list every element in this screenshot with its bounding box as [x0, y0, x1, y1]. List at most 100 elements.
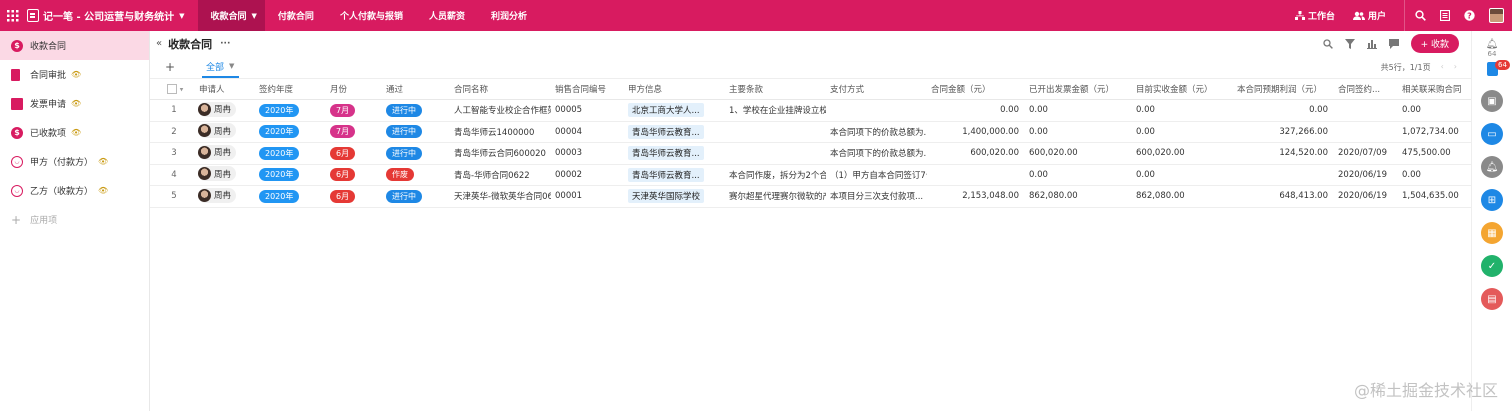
terms-cell[interactable]: 赛尔超星代理赛尔微软的产 — [725, 185, 826, 208]
applicant-chip[interactable]: 周冉 — [198, 187, 237, 203]
sign-date-cell[interactable]: 2020/06/19 — [1334, 164, 1398, 186]
add-view-button[interactable]: + — [150, 60, 190, 74]
col-header[interactable]: 合同签约... — [1334, 78, 1398, 100]
col-header[interactable]: 合同名称 — [450, 78, 551, 100]
profit-cell[interactable]: 0.00 — [1233, 99, 1334, 122]
list-icon[interactable] — [1440, 10, 1450, 21]
sidebar-item-invoice-request[interactable]: 发票申请 👁︎ — [0, 89, 149, 118]
bell-app-icon[interactable]: 🔔︎ — [1481, 156, 1503, 178]
amount-cell[interactable]: 0.00 — [927, 99, 1025, 122]
contract-code-cell[interactable]: 00003 — [551, 142, 624, 165]
contract-code-cell[interactable]: 00005 — [551, 99, 624, 122]
col-header[interactable]: 相关联采购合同 — [1398, 78, 1471, 100]
check-icon[interactable]: ✓ — [1481, 255, 1503, 277]
comment-icon[interactable] — [1388, 38, 1399, 49]
payment-method-cell[interactable]: 本合同项下的价款总额为... — [826, 142, 927, 165]
grid-app-icon[interactable]: ▦ — [1481, 222, 1503, 244]
applicant-chip[interactable]: 周冉 — [198, 144, 237, 160]
col-header[interactable]: 合同金额（元） — [927, 78, 1025, 100]
hidden-eye-icon[interactable]: 👁︎ — [71, 128, 81, 137]
more-options-icon[interactable]: ··· — [220, 39, 230, 49]
filter-icon[interactable] — [1344, 38, 1355, 49]
col-header[interactable]: 支付方式 — [826, 78, 927, 100]
received-cell[interactable]: 0.00 — [1132, 164, 1233, 186]
collapse-sidebar-icon[interactable]: « — [156, 38, 162, 49]
table-row[interactable]: 2 周冉 2020年 7月 进行中 青岛华师云1400000 00004 青岛华师云教育...… — [150, 121, 1471, 143]
apps-grid-icon[interactable] — [0, 0, 25, 31]
search-icon[interactable] — [1322, 38, 1333, 49]
payment-method-cell[interactable]: 本合同项下的价款总额为... — [826, 121, 927, 143]
col-header[interactable]: 主要条款 — [725, 78, 826, 100]
terms-cell[interactable] — [725, 121, 826, 143]
select-all-checkbox[interactable]: ▾ — [150, 78, 194, 100]
party-link[interactable]: 青岛华师云教育... — [628, 167, 704, 182]
table-row[interactable]: 3 周冉 2020年 6月 进行中 青岛华师云合同600020 00003 青岛华师云教育..… — [150, 142, 1471, 165]
col-header[interactable]: 通过 — [382, 78, 450, 100]
invoiced-cell[interactable]: 600,020.00 — [1025, 142, 1132, 165]
profit-cell[interactable]: 327,266.00 — [1233, 121, 1334, 143]
contract-name-cell[interactable]: 青岛华师云合同600020 — [450, 142, 551, 165]
col-header[interactable]: 已开出发票金额（元） — [1025, 78, 1132, 100]
col-header[interactable]: 目前实收金额（元） — [1132, 78, 1233, 100]
col-header[interactable]: 甲方信息 — [624, 78, 725, 100]
rail-book-item[interactable]: 64 — [1472, 60, 1512, 90]
chat-icon[interactable]: ▭ — [1481, 123, 1503, 145]
calendar-icon[interactable]: ▤ — [1481, 288, 1503, 310]
search-icon[interactable] — [1415, 10, 1426, 21]
invoiced-cell[interactable]: 862,080.00 — [1025, 185, 1132, 208]
nav-personal-expense[interactable]: 个人付款与报销 — [327, 0, 416, 31]
payment-method-cell[interactable]: 本项目分三次支付款项... — [826, 185, 927, 208]
party-link[interactable]: 北京工商大学人... — [628, 103, 704, 118]
received-cell[interactable]: 600,020.00 — [1132, 142, 1233, 165]
col-header[interactable]: 月份 — [326, 78, 382, 100]
party-link[interactable]: 天津英华国际学校 — [628, 189, 705, 204]
purchase-cell[interactable]: 1,504,635.00 — [1398, 185, 1471, 208]
received-cell[interactable]: 0.00 — [1132, 121, 1233, 143]
profit-cell[interactable] — [1233, 164, 1334, 186]
profit-cell[interactable]: 124,520.00 — [1233, 142, 1334, 165]
contract-name-cell[interactable]: 青岛-华师合同0622 — [450, 164, 551, 186]
applicant-chip[interactable]: 周冉 — [198, 123, 237, 139]
tab-all[interactable]: 全部 ▼ — [202, 56, 240, 78]
received-cell[interactable]: 862,080.00 — [1132, 185, 1233, 208]
profit-cell[interactable]: 648,413.00 — [1233, 185, 1334, 208]
hidden-eye-icon[interactable]: 👁︎ — [98, 186, 108, 195]
help-icon[interactable]: ? — [1464, 10, 1475, 21]
prev-page-icon[interactable]: ‹ — [1441, 62, 1444, 73]
contract-name-cell[interactable]: 人工智能专业校企合作框架 — [450, 99, 551, 122]
sign-date-cell[interactable] — [1334, 121, 1398, 143]
party-link[interactable]: 青岛华师云教育... — [628, 146, 704, 161]
terms-cell[interactable]: 本合同作废，拆分为2个合 — [725, 164, 826, 186]
amount-cell[interactable]: 2,153,048.00 — [927, 185, 1025, 208]
sidebar-item-receipt-contract[interactable]: $ 收款合同 — [0, 31, 149, 60]
purchase-cell[interactable]: 0.00 — [1398, 99, 1471, 122]
purchase-cell[interactable]: 1,072,734.00 — [1398, 121, 1471, 143]
purchase-cell[interactable]: 475,500.00 — [1398, 142, 1471, 165]
col-header[interactable]: 销售合同编号 — [551, 78, 624, 100]
received-cell[interactable]: 0.00 — [1132, 99, 1233, 122]
col-header[interactable]: 签约年度 — [255, 78, 326, 100]
next-page-icon[interactable]: › — [1454, 62, 1457, 73]
sign-date-cell[interactable]: 2020/06/19 — [1334, 185, 1398, 208]
contract-code-cell[interactable]: 00002 — [551, 164, 624, 186]
nav-payment-contract[interactable]: 付款合同 — [265, 0, 327, 31]
party-link[interactable]: 青岛华师云教育... — [628, 124, 704, 139]
payment-method-cell[interactable] — [826, 99, 927, 122]
sign-date-cell[interactable] — [1334, 99, 1398, 122]
contract-code-cell[interactable]: 00001 — [551, 185, 624, 208]
applicant-chip[interactable]: 周冉 — [198, 166, 237, 182]
terms-cell[interactable] — [725, 142, 826, 165]
contract-name-cell[interactable]: 青岛华师云1400000 — [450, 121, 551, 143]
org-chart-icon[interactable]: ⊞ — [1481, 189, 1503, 211]
briefcase-icon[interactable]: ▣ — [1481, 90, 1503, 112]
purchase-cell[interactable]: 0.00 — [1398, 164, 1471, 186]
sidebar-item-contract-approval[interactable]: 合同审批 👁︎ — [0, 60, 149, 89]
bell-icon[interactable]: 🔔︎ — [1472, 39, 1512, 50]
amount-cell[interactable]: 1,400,000.00 — [927, 121, 1025, 143]
table-row[interactable]: 4 周冉 2020年 6月 作废 青岛-华师合同0622 00002 青岛华师云教育... 本合… — [150, 164, 1471, 186]
user-avatar[interactable] — [1489, 8, 1504, 23]
amount-cell[interactable]: 600,020.00 — [927, 142, 1025, 165]
sign-date-cell[interactable]: 2020/07/09 — [1334, 142, 1398, 165]
hidden-eye-icon[interactable]: 👁︎ — [71, 70, 81, 79]
sidebar-item-party-b[interactable]: ◡ 乙方（收款方） 👁︎ — [0, 176, 149, 205]
